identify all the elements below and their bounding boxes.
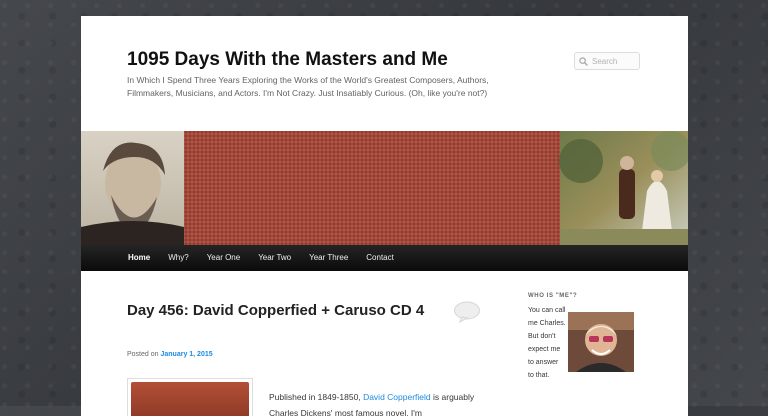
site-title[interactable]: 1095 Days With the Masters and Me (127, 49, 448, 71)
nav-item-year-two[interactable]: Year Two (249, 245, 300, 271)
header-banner-image (81, 131, 688, 245)
site-description: In Which I Spend Three Years Exploring t… (127, 75, 489, 98)
search-box[interactable] (574, 52, 640, 70)
post-meta: Posted on January 1, 2015 (127, 351, 213, 358)
main-navigation: Home Why? Year One Year Two Year Three C… (81, 245, 688, 271)
nav-item-contact[interactable]: Contact (357, 245, 403, 271)
author-avatar (568, 312, 634, 372)
post-title[interactable]: Day 456: David Copperfied + Caruso CD 4 (127, 299, 447, 323)
post-excerpt: Published in 1849-1850, David Copperfiel… (269, 389, 479, 416)
search-input[interactable] (592, 56, 638, 66)
nav-item-why[interactable]: Why? (159, 245, 197, 271)
david-copperfield-link[interactable]: David Copperfield (363, 392, 431, 402)
search-icon (579, 56, 588, 66)
sidebar-widget-text: You can call me Charles. But don't expec… (528, 307, 566, 379)
post-body-prefix: Published in 1849-1850, (269, 392, 361, 402)
comment-bubble-icon[interactable] (453, 301, 481, 323)
nav-item-home[interactable]: Home (119, 245, 159, 271)
post-date-link[interactable]: January 1, 2015 (160, 351, 212, 358)
page-container: 1095 Days With the Masters and Me In Whi… (81, 16, 688, 416)
post-thumbnail-image (127, 378, 253, 416)
sidebar-widget-title: WHO IS "ME"? (528, 293, 578, 299)
nav-item-year-three[interactable]: Year Three (300, 245, 357, 271)
nav-item-year-one[interactable]: Year One (198, 245, 250, 271)
posted-on-label: Posted on (127, 351, 159, 358)
